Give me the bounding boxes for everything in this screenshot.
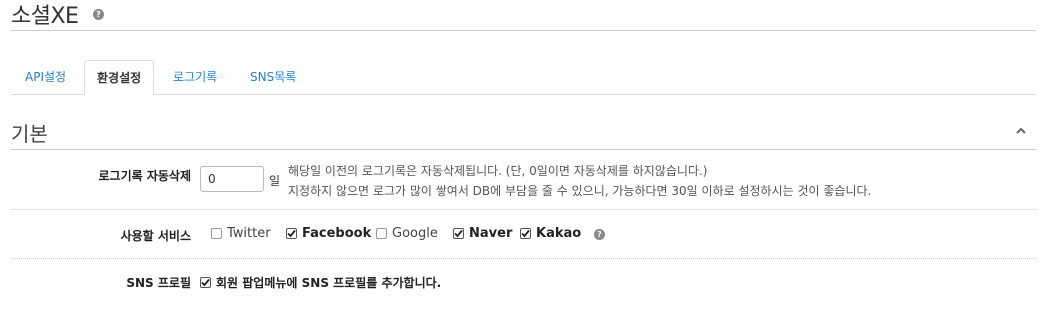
services-label: 사용할 서비스 [120, 229, 191, 243]
checkmark-icon[interactable] [286, 228, 297, 239]
service-checkbox-twitter[interactable]: Twitter [211, 226, 271, 241]
help-icon[interactable]: ? [93, 9, 104, 20]
service-label-facebook: Facebook [302, 226, 372, 241]
service-checkbox-google[interactable]: Google [376, 226, 438, 241]
log-autodelete-label: 로그기록 자동삭제 [98, 169, 192, 183]
page-title: 소셜XE [11, 4, 79, 29]
section-header: 기본 [11, 116, 1036, 150]
service-checkbox-facebook[interactable]: Facebook [286, 226, 371, 241]
sns-profile-label: SNS 프로필 [126, 276, 191, 290]
checkbox-unchecked-icon[interactable] [376, 228, 387, 239]
log-autodelete-description-2: 지정하지 않으면 로그가 많이 쌓여서 DB에 부담을 줄 수 있으니, 가능하… [288, 184, 872, 198]
page: 소셜XE ? API설정 환경설정 로그기록 SNS목록 기본 로그기록 자동삭… [0, 0, 1051, 335]
log-autodelete-description-1: 해당일 이전의 로그기록은 자동삭제됩니다. (단, 0일이면 자동삭제를 하지… [288, 164, 708, 178]
checkmark-icon[interactable] [453, 228, 464, 239]
tab-log-records[interactable]: 로그기록 [161, 60, 229, 95]
service-label-twitter: Twitter [227, 226, 271, 241]
service-checkbox-naver[interactable]: Naver [453, 226, 512, 241]
log-autodelete-days-input[interactable] [200, 166, 264, 192]
days-unit-label: 일 [269, 174, 281, 188]
tab-sns-list[interactable]: SNS목록 [238, 60, 308, 95]
tab-api-settings[interactable]: API설정 [13, 60, 78, 95]
service-label-naver: Naver [469, 226, 513, 241]
chevron-up-icon[interactable] [1016, 126, 1026, 136]
tab-bar: API설정 환경설정 로그기록 SNS목록 [11, 60, 1036, 96]
sns-profile-checkbox[interactable]: 회원 팝업메뉴에 SNS 프로필를 추가합니다. [200, 274, 441, 291]
service-checkbox-kakao[interactable]: Kakao [520, 226, 581, 241]
sns-profile-option-label: 회원 팝업메뉴에 SNS 프로필를 추가합니다. [216, 276, 442, 290]
checkmark-icon[interactable] [200, 277, 211, 288]
section-title: 기본 [11, 122, 48, 146]
page-header: 소셜XE ? [11, 0, 1036, 31]
checkmark-icon[interactable] [520, 228, 531, 239]
service-label-google: Google [392, 226, 438, 241]
services-help-icon[interactable]: ? [594, 229, 605, 240]
service-label-kakao: Kakao [536, 226, 582, 241]
tab-environment-settings[interactable]: 환경설정 [84, 60, 155, 96]
checkbox-unchecked-icon[interactable] [211, 228, 222, 239]
